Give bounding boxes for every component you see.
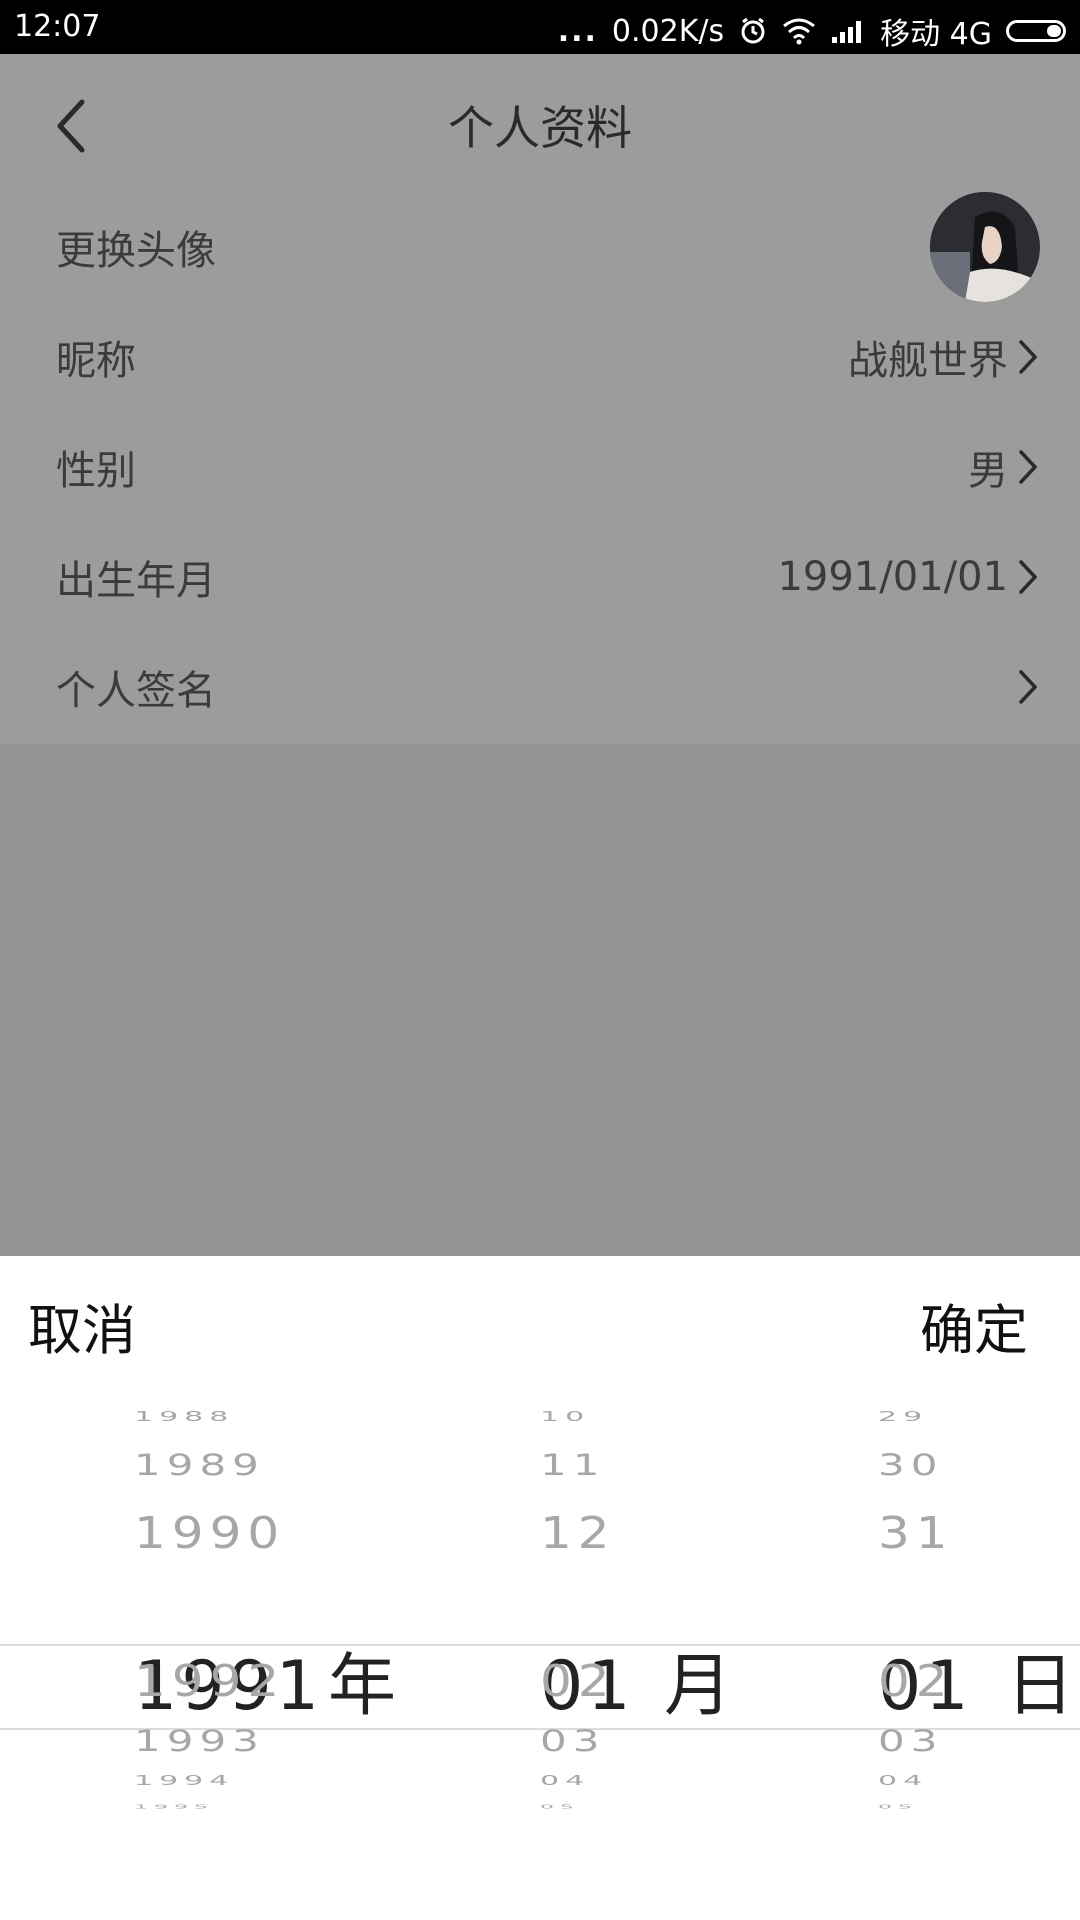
year-unit: 年: [328, 1647, 397, 1726]
signature-label: 个人签名: [56, 668, 216, 714]
chevron-right-icon: [1019, 560, 1038, 594]
avatar: [930, 192, 1040, 302]
signal-icon: [832, 21, 862, 43]
day-unit: 日: [1006, 1647, 1075, 1726]
cancel-button[interactable]: 取消: [28, 1286, 136, 1365]
birth-row[interactable]: 出生年月 1991/01/01: [0, 522, 1080, 632]
wheel-item[interactable]: 1990: [134, 1511, 354, 1555]
wheel-item[interactable]: 02: [540, 1659, 660, 1703]
avatar-label: 更换头像: [56, 228, 216, 274]
date-picker-sheet: 取消 确定 1987198819891990199119921993199419…: [0, 1256, 1080, 1920]
network-speed: 0.02K/s: [611, 13, 725, 49]
month-unit: 月: [664, 1647, 733, 1726]
avatar-row[interactable]: 更换头像: [0, 192, 1080, 302]
birth-value: 1991/01/01: [777, 554, 1008, 600]
year-wheel[interactable]: 198719881989199019911992199319941995: [134, 1380, 354, 1920]
wheel-item[interactable]: 02: [878, 1659, 998, 1703]
status-right: ... 0.02K/s 移动 4G: [558, 9, 1066, 53]
wheel-item[interactable]: 10: [540, 1410, 660, 1424]
nickname-label: 昵称: [56, 338, 136, 384]
signature-row[interactable]: 个人签名: [0, 632, 1080, 742]
wheel-item[interactable]: 1992: [134, 1659, 354, 1703]
battery-icon: [1006, 20, 1066, 42]
nickname-value-wrap: 战舰世界: [848, 328, 1040, 386]
gender-label: 性别: [56, 448, 136, 494]
wheel-item[interactable]: 1995: [134, 1804, 354, 1810]
wheel-item[interactable]: 1994: [134, 1774, 354, 1788]
nav-bar: 个人资料: [0, 54, 1080, 194]
gender-value: 男: [968, 448, 1008, 494]
wheel-item[interactable]: 03: [878, 1726, 998, 1755]
chevron-right-icon: [1019, 670, 1038, 704]
wheel-item[interactable]: 11: [540, 1450, 660, 1479]
wifi-icon: [783, 18, 816, 45]
more-dots: ...: [557, 13, 598, 49]
wheel-item[interactable]: 12: [540, 1511, 660, 1555]
wheel-item[interactable]: 03: [540, 1726, 660, 1755]
wheel-item[interactable]: 1988: [134, 1410, 354, 1424]
birth-label: 出生年月: [56, 558, 216, 604]
confirm-button[interactable]: 确定: [920, 1286, 1028, 1365]
chevron-right-icon: [1019, 340, 1038, 374]
wheel-item[interactable]: 29: [878, 1410, 998, 1424]
gender-row[interactable]: 性别 男: [0, 412, 1080, 522]
wheel-item[interactable]: 05: [878, 1804, 998, 1810]
chevron-right-icon: [1019, 450, 1038, 484]
wheel-item[interactable]: 31: [878, 1511, 998, 1555]
page-title: 个人资料: [448, 101, 632, 155]
nickname-value: 战舰世界: [848, 338, 1008, 384]
day-wheel[interactable]: 282930310102030405: [878, 1380, 998, 1920]
wheel-item[interactable]: 05: [540, 1804, 660, 1810]
birth-value-wrap: 1991/01/01: [777, 554, 1040, 600]
nickname-row[interactable]: 昵称 战舰世界: [0, 302, 1080, 412]
gender-value-wrap: 男: [968, 438, 1040, 496]
profile-page: 个人资料 更换头像 昵称 战舰世界 性别 男 出生年月 1991/01/01 个…: [0, 54, 1080, 744]
status-bar: 12:07 ... 0.02K/s 移动 4G: [0, 0, 1080, 54]
wheel-item[interactable]: 04: [878, 1774, 998, 1788]
wheel-item[interactable]: 30: [878, 1450, 998, 1479]
status-time: 12:07: [14, 9, 101, 44]
wheel-item[interactable]: 1989: [134, 1450, 354, 1479]
month-wheel[interactable]: 091011120102030405: [540, 1380, 660, 1920]
date-wheel-picker[interactable]: 198719881989199019911992199319941995 091…: [0, 1380, 1080, 1920]
alarm-icon: [741, 17, 765, 44]
signature-value-wrap: [1008, 668, 1040, 706]
wheel-item[interactable]: 04: [540, 1774, 660, 1788]
carrier-label: 移动 4G: [880, 17, 992, 52]
wheel-item[interactable]: 1993: [134, 1726, 354, 1755]
